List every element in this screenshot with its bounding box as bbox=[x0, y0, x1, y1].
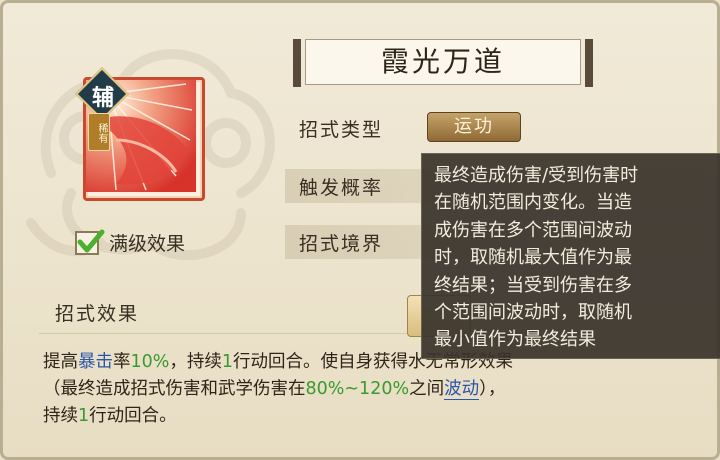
max-level-checkbox[interactable] bbox=[75, 229, 105, 255]
move-realm-label: 招式境界 bbox=[299, 233, 384, 255]
effect-header: 招式效果 bbox=[39, 293, 419, 334]
fluctuation-tooltip: 最终造成伤害/受到伤害时 在随机范围内变化。当造 成伤害在多个范围间波动 时，取… bbox=[421, 153, 720, 359]
desc-line-3: 持续1行动回合。 bbox=[43, 406, 177, 426]
desc-line-2: （最终造成招式伤害和武学伤害在80%~120%之间波动）， bbox=[43, 379, 506, 400]
keyword-crit[interactable]: 暴击 bbox=[78, 352, 113, 372]
title-right-bar bbox=[585, 39, 593, 87]
title-left-bar bbox=[293, 39, 301, 87]
move-type-value: 运功 bbox=[427, 112, 521, 142]
move-type-label: 招式类型 bbox=[299, 119, 384, 141]
tooltip-line: 终结果；当受到伤害在多 bbox=[434, 274, 632, 296]
skill-detail-panel: 辅 稀有 满级效果 霞光万道 招式类型 运功 触发概率 招式境界 招式效果 提高… bbox=[0, 0, 720, 460]
keyword-fluctuation-link[interactable]: 波动 bbox=[444, 379, 480, 400]
max-level-label: 满级效果 bbox=[109, 233, 186, 255]
checkmark-icon bbox=[77, 229, 105, 252]
tooltip-line: 最终造成伤害/受到伤害时 bbox=[434, 165, 639, 186]
tooltip-line: 时，取随机最大值作为最 bbox=[434, 247, 632, 269]
rarity-tag: 稀有 bbox=[88, 113, 110, 151]
tooltip-line: 个范围间波动时，取随机 bbox=[434, 302, 632, 324]
effect-description: 提高暴击率10%，持续1行动回合。使自身获得水无常形效果 （最终造成招式伤害和武… bbox=[43, 349, 683, 430]
skill-name: 霞光万道 bbox=[305, 39, 581, 85]
type-badge-text: 辅 bbox=[91, 86, 114, 111]
tooltip-line: 成伤害在多个范围间波动 bbox=[434, 219, 632, 241]
max-level-toggle[interactable]: 满级效果 bbox=[75, 229, 185, 256]
skill-title-plate: 霞光万道 bbox=[293, 39, 593, 87]
tooltip-line: 最小值作为最终结果 bbox=[434, 329, 596, 351]
trigger-chance-label: 触发概率 bbox=[299, 177, 384, 199]
tooltip-line: 在随机范围内变化。当造 bbox=[434, 192, 632, 214]
move-type-row: 招式类型 运功 bbox=[285, 111, 705, 145]
effect-header-label: 招式效果 bbox=[55, 303, 140, 325]
